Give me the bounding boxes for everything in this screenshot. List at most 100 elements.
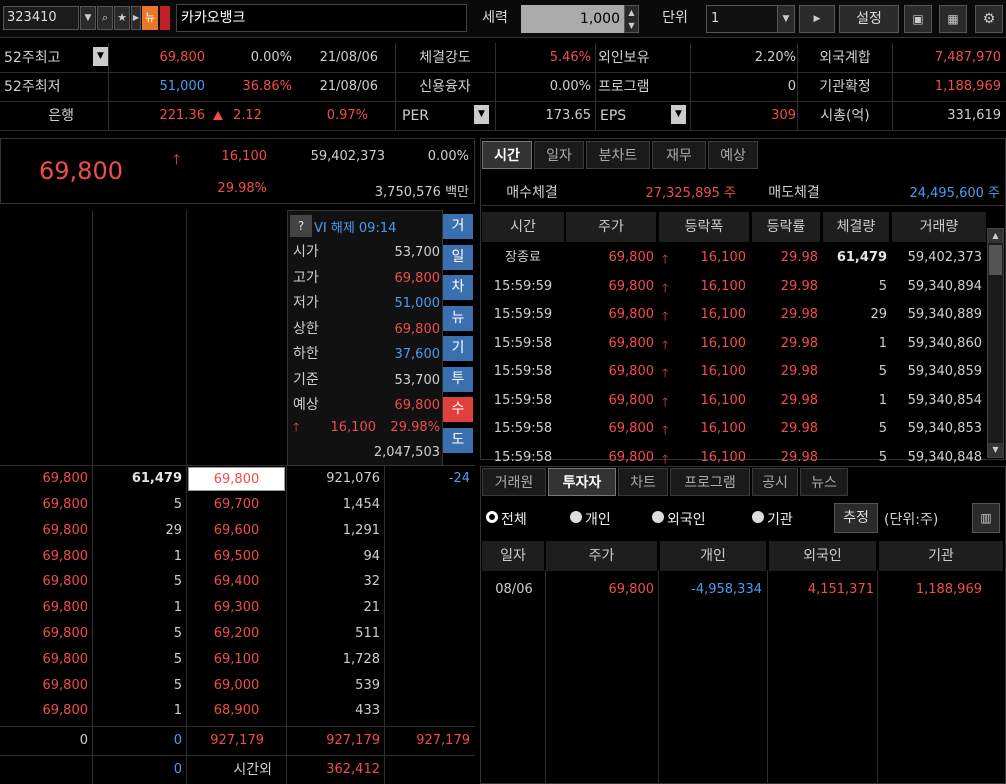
news-badge[interactable]: 뉴	[142, 6, 158, 30]
tick-header-0: 시간	[482, 212, 564, 242]
star-icon[interactable]: ★	[114, 6, 130, 30]
book-cell: 921,076	[326, 471, 380, 486]
estimate-button[interactable]: 추정	[834, 503, 878, 533]
ohlc-label: 고가	[293, 269, 319, 286]
radio-3[interactable]	[752, 511, 764, 523]
book-sum-cell: 927,179	[326, 733, 380, 748]
code-dropdown-icon[interactable]: ▼	[80, 6, 96, 30]
settings-button[interactable]: 설정	[839, 5, 899, 33]
side-tab-6[interactable]: 수	[443, 397, 473, 422]
chart-icon[interactable]: ▥	[972, 503, 1000, 533]
per-dropdown-icon[interactable]: ▼	[474, 105, 489, 124]
info-label: 프로그램	[598, 79, 650, 95]
buy-label: 매수체결	[506, 185, 558, 201]
inv-header-4: 기관	[879, 541, 1003, 571]
book-cell: 539	[355, 677, 380, 693]
tick-time: 장종료	[505, 250, 541, 265]
book-cell: 5	[173, 626, 182, 641]
radio-label-3[interactable]: 기관	[767, 509, 793, 529]
book-cell: 69,800	[42, 703, 89, 719]
side-tab-2[interactable]: 차	[443, 275, 473, 300]
info-label: 은행	[48, 108, 74, 124]
total-volume: 59,402,373	[310, 149, 385, 164]
info-value: 0.00%	[549, 79, 591, 94]
tab-0[interactable]: 시간	[482, 141, 532, 169]
info-date: 21/08/06	[319, 50, 378, 65]
stock-name-field[interactable]: 카카오뱅크	[176, 4, 467, 32]
unit-dropdown-icon[interactable]: ▼	[777, 5, 795, 33]
gear-icon[interactable]: ⚙	[975, 5, 1003, 33]
tab2-3[interactable]: 프로그램	[670, 468, 750, 496]
side-tab-3[interactable]: 뉴	[443, 305, 473, 331]
book-cell: 5	[173, 497, 182, 512]
tab2-2[interactable]: 차트	[618, 468, 668, 496]
tick-change: 16,100	[700, 392, 747, 408]
tick-price: 69,800	[608, 335, 655, 351]
info-label: 신용융자	[419, 79, 471, 95]
tab-2[interactable]: 분차트	[586, 141, 650, 169]
eps-dropdown-icon[interactable]: ▼	[671, 105, 686, 124]
scroll-up-icon[interactable]: ▲	[988, 229, 1003, 243]
book-price: 69,300	[213, 600, 260, 616]
inv-header-0: 일자	[482, 541, 544, 571]
side-tab-0[interactable]: 거	[443, 214, 473, 239]
side-tab-7[interactable]: 도	[443, 427, 473, 453]
qty-input[interactable]: 1,000	[521, 5, 624, 33]
inv-header-1: 주가	[546, 541, 657, 571]
tab-3[interactable]: 재무	[652, 141, 706, 169]
qty-stepper-icon[interactable]: ▲ ▼	[624, 5, 639, 33]
tab2-0[interactable]: 거래원	[482, 468, 546, 496]
ohlc-value: 51,000	[394, 296, 441, 311]
info-label: 외인보유	[598, 50, 650, 66]
info-value: 5.46%	[549, 50, 591, 65]
book-price: 69,400	[213, 574, 260, 590]
book-cell: 1,454	[342, 497, 380, 512]
radio-label-0[interactable]: 전체	[501, 509, 527, 529]
book-price: 69,500	[213, 548, 260, 564]
play-button[interactable]: ▶	[799, 5, 835, 33]
radio-label-1[interactable]: 개인	[585, 509, 611, 529]
book-cell: 21	[363, 600, 380, 616]
tab-1[interactable]: 일자	[534, 141, 584, 169]
radio-label-2[interactable]: 외국인	[667, 509, 706, 529]
scrollbar[interactable]: ▲ ▼	[987, 228, 1004, 458]
book-cell: 69,800	[42, 651, 89, 667]
info-value: 36.86%	[242, 79, 292, 94]
inv-header-3: 외국인	[769, 541, 876, 571]
tick-header-2: 등락폭	[659, 212, 749, 242]
inv-cell: 69,800	[608, 582, 655, 597]
next-icon[interactable]: ▶	[131, 6, 141, 30]
tab2-4[interactable]: 공시	[752, 468, 798, 496]
side-tab-1[interactable]: 일	[443, 244, 473, 270]
help-button[interactable]: ?	[290, 215, 312, 237]
inv-cell: 08/06	[495, 582, 533, 597]
tab2-5[interactable]: 뉴스	[800, 468, 848, 496]
search-icon[interactable]: ⌕	[97, 6, 113, 30]
ohlc-value: 53,700	[394, 245, 441, 260]
tick-change: 16,100	[700, 250, 747, 265]
info-dropdown-icon[interactable]: ▼	[93, 47, 108, 66]
scroll-thumb[interactable]	[989, 245, 1002, 275]
info-value: 51,000	[159, 79, 206, 94]
radio-1[interactable]	[570, 511, 582, 523]
tab-4[interactable]: 예상	[708, 141, 758, 169]
tab2-1[interactable]: 투자자	[548, 468, 616, 496]
unit-select[interactable]: 1	[706, 5, 778, 33]
book-cell: -24	[448, 471, 470, 486]
side-tab-5[interactable]: 투	[443, 366, 473, 392]
stock-code-input[interactable]: 323410	[3, 6, 79, 30]
investor-row: 08/06 69,800 -4,958,334 4,151,371 1,188,…	[482, 576, 1004, 604]
unit-note: (단위:주)	[884, 512, 939, 528]
book-cell: 69,800	[42, 548, 89, 564]
up-arrow-icon: 🡑	[662, 337, 669, 352]
window-split-icon[interactable]: ▦	[939, 5, 967, 33]
scroll-down-icon[interactable]: ▼	[988, 443, 1003, 457]
radio-0[interactable]	[486, 511, 498, 523]
inv-cell: 1,188,969	[915, 582, 982, 597]
side-tab-4[interactable]: 기	[443, 336, 473, 361]
tick-price: 69,800	[608, 250, 655, 265]
radio-2[interactable]	[652, 511, 664, 523]
book-after-cell: 0	[173, 762, 182, 777]
window-layout-icon[interactable]: ▣	[904, 5, 932, 33]
book-cell: 32	[363, 574, 380, 590]
